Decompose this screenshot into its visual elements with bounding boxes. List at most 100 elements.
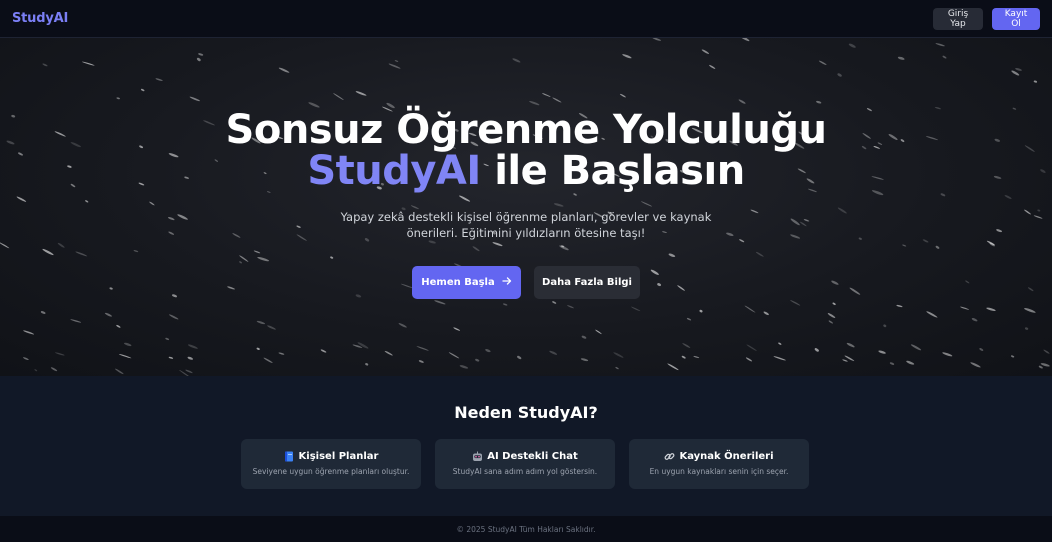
- star: [960, 306, 970, 310]
- star: [75, 251, 88, 257]
- learn-more-button[interactable]: Daha Fazla Bilgi: [534, 266, 640, 299]
- star: [492, 242, 503, 247]
- star: [622, 54, 632, 59]
- star: [232, 233, 241, 238]
- star: [296, 234, 307, 241]
- book-icon: [284, 451, 295, 462]
- star: [846, 342, 855, 348]
- feature-card-title: Kişisel Planlar: [298, 451, 379, 462]
- star: [790, 234, 801, 239]
- star: [739, 38, 750, 42]
- star: [512, 58, 521, 63]
- hero-title-rest: ile Başlasın: [494, 148, 745, 194]
- navbar: StudyAI Giriş Yap Kayıt Ol: [0, 0, 1052, 38]
- star: [256, 320, 266, 325]
- learn-more-label: Daha Fazla Bilgi: [542, 277, 632, 288]
- star: [922, 239, 929, 243]
- star: [485, 349, 491, 353]
- star: [416, 346, 429, 351]
- star: [1024, 327, 1029, 330]
- star: [333, 93, 344, 101]
- star: [848, 43, 856, 48]
- star: [971, 318, 978, 322]
- star: [858, 237, 862, 240]
- star: [580, 358, 589, 362]
- features-section: Neden StudyAI? Kişisel Planlar Seviyene …: [0, 376, 1052, 516]
- star: [652, 38, 661, 41]
- star: [942, 55, 947, 59]
- star: [641, 201, 652, 207]
- star: [744, 305, 756, 313]
- star: [827, 313, 836, 318]
- star: [940, 193, 946, 197]
- feature-card-description: En uygun kaynakları senin için seçer.: [649, 467, 789, 476]
- star: [682, 343, 691, 348]
- star: [883, 324, 887, 328]
- get-started-button[interactable]: Hemen Başla: [412, 266, 521, 299]
- star: [355, 91, 367, 96]
- star: [910, 344, 922, 351]
- star: [394, 59, 399, 63]
- star: [541, 93, 551, 97]
- star: [70, 319, 82, 323]
- star: [116, 97, 120, 100]
- star: [613, 352, 624, 358]
- star: [165, 337, 170, 341]
- star: [388, 63, 401, 69]
- star: [986, 240, 995, 246]
- star: [832, 302, 836, 306]
- star: [123, 342, 132, 347]
- star: [23, 330, 35, 335]
- star: [778, 342, 782, 345]
- star: [581, 335, 587, 339]
- star: [196, 57, 201, 62]
- star: [278, 352, 285, 355]
- star: [1011, 70, 1020, 76]
- star: [790, 300, 801, 306]
- star: [1024, 308, 1036, 313]
- hero-section: Sonsuz Öğrenme Yolculuğu StudyAI ile Baş…: [0, 38, 1052, 376]
- star: [149, 201, 155, 206]
- star: [475, 358, 480, 362]
- star: [448, 352, 460, 359]
- star: [738, 99, 746, 104]
- star: [739, 239, 745, 243]
- login-button[interactable]: Giriş Yap: [933, 7, 983, 30]
- star: [267, 325, 276, 330]
- star: [942, 352, 953, 357]
- star: [816, 100, 822, 104]
- footer: © 2025 StudyAI Tüm Hakları Saklıdır.: [0, 516, 1052, 542]
- star: [709, 64, 716, 69]
- star: [837, 73, 842, 77]
- feature-card-description: Seviyene uygun öğrenme planları oluştur.: [252, 467, 410, 476]
- star: [168, 356, 174, 359]
- star: [889, 362, 895, 365]
- star: [239, 255, 249, 262]
- star: [168, 217, 175, 221]
- brand-logo[interactable]: StudyAI: [12, 11, 68, 26]
- star: [23, 357, 29, 361]
- feature-card-description: StudyAI sana adım adım yol göstersin.: [452, 467, 598, 476]
- star: [803, 219, 810, 222]
- copyright-text: © 2025 StudyAI Tüm Hakları Saklıdır.: [456, 524, 596, 534]
- hero-subtitle: Yapay zekâ destekli kişisel öğrenme plan…: [340, 210, 712, 240]
- star: [837, 207, 847, 214]
- star: [118, 354, 132, 359]
- star: [552, 97, 562, 103]
- star: [453, 327, 461, 331]
- star: [699, 309, 703, 313]
- star: [296, 225, 301, 228]
- star: [263, 357, 273, 363]
- get-started-label: Hemen Başla: [421, 277, 495, 288]
- star: [631, 306, 641, 312]
- star: [970, 362, 981, 368]
- star: [549, 350, 558, 355]
- signup-button[interactable]: Kayıt Ol: [992, 7, 1040, 30]
- star: [567, 305, 574, 309]
- star: [140, 88, 145, 92]
- star: [668, 253, 676, 258]
- star: [40, 311, 46, 314]
- star: [0, 242, 10, 249]
- star: [398, 323, 407, 328]
- star: [1037, 209, 1041, 212]
